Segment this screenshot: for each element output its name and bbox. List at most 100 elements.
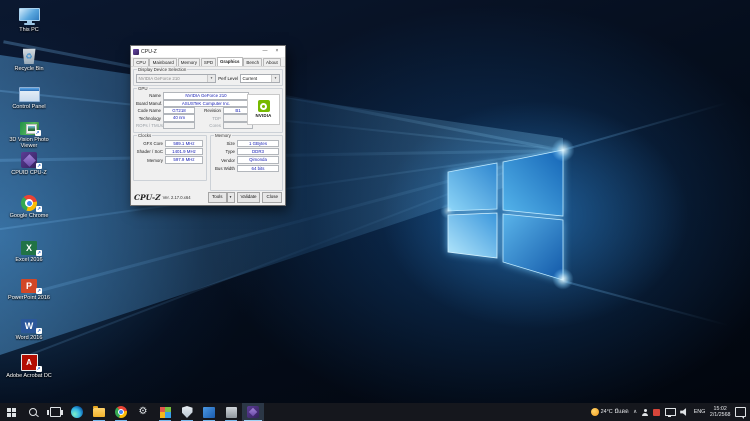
shortcut-arrow-icon: ↗ (36, 206, 42, 212)
tray-red-app-icon[interactable] (653, 409, 660, 416)
validate-button[interactable]: Validate (237, 192, 261, 203)
desktop-icon-word[interactable]: W ↗ Word 2016 (2, 314, 56, 341)
field-label: Cores (195, 123, 223, 128)
taskbar-app-blue[interactable] (198, 403, 220, 421)
weather-sun-icon (591, 408, 599, 416)
taskbar: ⚙ 24°C มีแดด ∧ ENG 15:02 2/1/2568 (0, 403, 750, 421)
tab-graphics[interactable]: Graphics (217, 57, 243, 66)
tools-dropdown-arrow[interactable]: ▾ (227, 192, 235, 203)
tab-spd[interactable]: SPD (201, 58, 217, 66)
taskbar-search-button[interactable] (22, 403, 44, 421)
version-text: Ver. 2.17.0.x64 (163, 195, 191, 200)
chrome-icon (21, 195, 37, 211)
start-button[interactable] (0, 403, 22, 421)
taskbar-app-mosaic[interactable] (154, 403, 176, 421)
tab-bench[interactable]: Bench (243, 58, 262, 66)
desktop-icon-label: PowerPoint 2016 (8, 295, 50, 301)
shortcut-arrow-icon: ↗ (36, 366, 42, 372)
close-button[interactable]: Close (262, 192, 282, 203)
tray-chevron-up-icon[interactable]: ∧ (633, 409, 637, 415)
desktop-icon-powerpoint[interactable]: P ↗ PowerPoint 2016 (2, 274, 56, 301)
desktop-icon-label: Adobe Acrobat DC (6, 373, 52, 379)
field-label: Size (213, 141, 237, 146)
shield-icon (182, 406, 193, 418)
desktop-icon-recycle-bin[interactable]: ♻ Recycle Bin (2, 45, 56, 72)
task-view-button[interactable] (44, 403, 66, 421)
title-bar[interactable]: CPU-Z — × (131, 46, 285, 57)
corner-flare (440, 203, 456, 219)
tray-person-icon[interactable] (642, 409, 649, 416)
window-footer: CPU-Z Ver. 2.17.0.x64 Tools ▾ Validate C… (134, 192, 282, 203)
taskbar-edge[interactable] (66, 403, 88, 421)
volume-icon[interactable] (680, 408, 689, 416)
chrome-icon (115, 406, 127, 418)
desktop-icon-this-pc[interactable]: This PC (2, 6, 56, 33)
tab-about[interactable]: About (263, 58, 281, 66)
field-label: Board Manuf. (136, 101, 163, 106)
tools-button[interactable]: Tools (208, 192, 227, 203)
action-center-icon[interactable] (735, 407, 746, 417)
corner-flare (552, 268, 574, 290)
taskbar-settings[interactable]: ⚙ (132, 403, 154, 421)
cpuz-brand-logo: CPU-Z (134, 193, 161, 202)
shortcut-arrow-icon: ↗ (36, 288, 42, 294)
shortcut-arrow-icon: ↗ (35, 130, 41, 136)
field-label: Revision (195, 108, 223, 113)
group-label: Display Device Selection (137, 67, 187, 72)
clock-date: 2/1/2568 (710, 412, 731, 418)
memory-clock-value: 597.9 MHz (165, 156, 203, 163)
group-label: Clocks (137, 133, 152, 138)
perf-level-select[interactable]: Current ▾ (240, 74, 280, 83)
taskbar-app-gray[interactable] (220, 403, 242, 421)
desktop-icon-acrobat[interactable]: A ↗ Adobe Acrobat DC (2, 352, 56, 379)
tray-monitor-icon[interactable] (665, 408, 676, 416)
cpuz-window: CPU-Z — × CPU Mainboard Memory SPD Graph… (130, 45, 286, 206)
rops-value (163, 122, 195, 129)
taskbar-file-explorer[interactable] (88, 403, 110, 421)
chevron-down-icon: ▾ (207, 75, 215, 82)
search-icon (29, 408, 37, 416)
desktop-icon-excel[interactable]: X ↗ Excel 2016 (2, 236, 56, 263)
tab-mainboard[interactable]: Mainboard (149, 58, 177, 66)
group-label: GPU (137, 86, 149, 91)
gray-app-icon (226, 407, 237, 418)
minimize-button[interactable]: — (259, 46, 271, 57)
display-device-select[interactable]: NVIDIA GeForce 210 ▾ (136, 74, 216, 83)
mosaic-app-icon (160, 407, 171, 418)
taskbar-clock[interactable]: 15:02 2/1/2568 (710, 406, 731, 419)
wallpaper (0, 0, 750, 403)
group-label: Memory (214, 133, 232, 138)
gpu-group: GPU Name NVIDIA GeForce 210 Board Manuf.… (133, 88, 283, 133)
field-label: Type (213, 149, 237, 154)
desktop-icon-google-chrome[interactable]: ↗ Google Chrome (2, 192, 56, 219)
desktop-icon-label: Google Chrome (10, 213, 49, 219)
code-name-value: GT218 (163, 107, 195, 114)
word-icon: W (21, 319, 37, 333)
taskbar-cpuz[interactable] (242, 403, 264, 421)
bus-width-value: 64 bits (237, 165, 279, 172)
shortcut-arrow-icon: ↗ (36, 328, 42, 334)
desktop-icon-cpuid-cpuz[interactable]: ↗ CPUID CPU-Z (2, 149, 56, 176)
field-label: Bus Width (213, 166, 237, 171)
task-view-icon (50, 407, 61, 417)
gfx-core-value: 589.1 MHz (165, 140, 203, 147)
field-label: Shader / SoC (136, 149, 165, 154)
tab-cpu[interactable]: CPU (133, 58, 149, 66)
chevron-down-icon: ▾ (271, 75, 279, 82)
field-label: GFX Core (136, 141, 165, 146)
desktop-icon-label: This PC (19, 27, 39, 33)
language-indicator[interactable]: ENG (694, 409, 706, 415)
taskbar-weather-widget[interactable]: 24°C มีแดด (591, 408, 629, 416)
field-label: Memory (136, 158, 165, 163)
field-label: TDP (195, 116, 223, 121)
taskbar-chrome[interactable] (110, 403, 132, 421)
nvidia-logo: NVIDIA (247, 94, 280, 125)
desktop-icon-3d-vision[interactable]: ↗ 3D Vision Photo Viewer (2, 116, 56, 149)
tab-memory[interactable]: Memory (178, 58, 201, 66)
edge-icon (71, 406, 83, 418)
powerpoint-icon: P (21, 279, 37, 293)
close-window-button[interactable]: × (271, 46, 283, 57)
taskbar-defender[interactable] (176, 403, 198, 421)
desktop-icon-control-panel[interactable]: Control Panel (2, 83, 56, 110)
acrobat-icon: A (21, 354, 38, 371)
